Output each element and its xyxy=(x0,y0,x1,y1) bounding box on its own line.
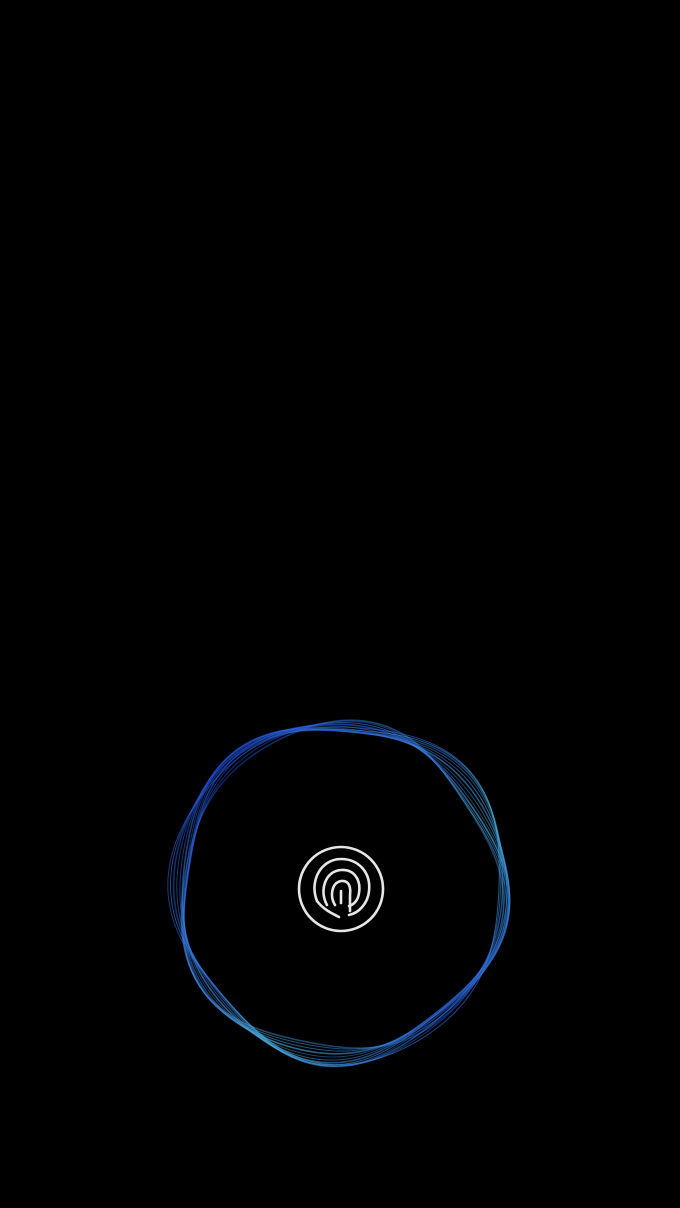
fingerprint-sensor-button[interactable] xyxy=(295,843,387,935)
fingerprint-icon xyxy=(297,845,385,933)
lock-screen xyxy=(0,0,680,1208)
fingerprint-unlock-zone xyxy=(160,710,520,1070)
